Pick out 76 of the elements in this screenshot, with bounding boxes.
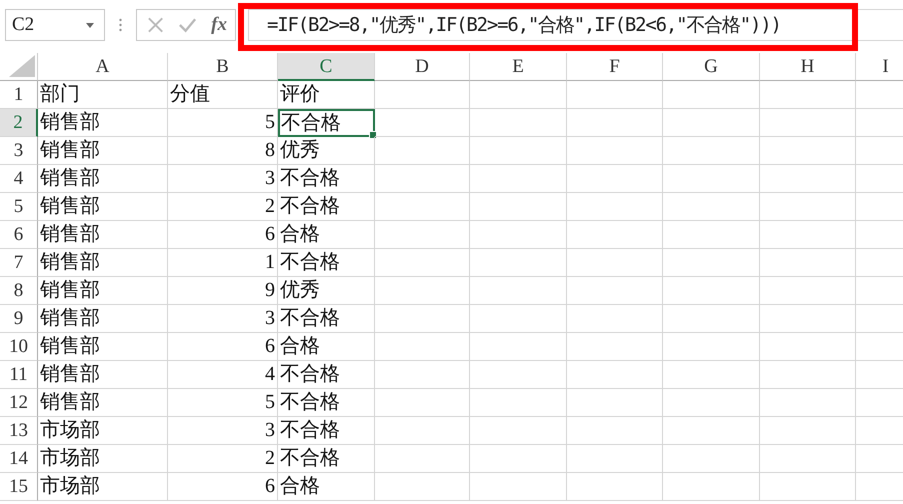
table-cell: 不合格 [278,305,375,333]
name-box[interactable]: C2 [5,9,105,41]
table-cell: 销售部 [38,221,168,249]
table-cell: 合格 [278,221,375,249]
column-header[interactable]: E [470,53,567,81]
row-header[interactable]: 14 [0,445,38,473]
column-header[interactable]: C [278,53,375,81]
table-cell: 合格 [278,473,375,501]
table-cell: 销售部 [38,333,168,361]
row-header[interactable]: 5 [0,193,38,221]
table-cell: 销售部 [38,249,168,277]
table-cell: 销售部 [38,109,168,137]
fill-handle[interactable] [369,131,377,139]
table-cell: 不合格 [278,389,375,417]
table-cell: 不合格 [278,165,375,193]
table-cell: 8 [168,137,278,165]
row-header[interactable]: 4 [0,165,38,193]
insert-function-button[interactable]: fx [211,14,227,36]
column-header[interactable]: D [375,53,470,81]
table-cell: 5 [168,389,278,417]
column-header[interactable]: G [663,53,760,81]
table-cell: 不合格 [278,445,375,473]
table-cell: 5 [168,109,278,137]
table-cell: 分值 [168,81,278,109]
cancel-icon[interactable] [147,16,164,34]
checkmark-icon[interactable] [178,17,198,33]
table-cell: 2 [168,445,278,473]
table-cell: 市场部 [38,445,168,473]
table-cell: 6 [168,333,278,361]
table-cell: 销售部 [38,193,168,221]
row-header[interactable]: 8 [0,277,38,305]
table-cell: 9 [168,277,278,305]
caret-icon [86,22,94,28]
table-cell: 销售部 [38,305,168,333]
row-header[interactable]: 7 [0,249,38,277]
table-cell: 市场部 [38,417,168,445]
table-cell: 6 [168,221,278,249]
row-header[interactable]: 15 [0,473,38,501]
table-cell: 4 [168,361,278,389]
row-header[interactable]: 2 [0,109,38,137]
table-cell: 优秀 [278,277,375,305]
table-cell: 销售部 [38,361,168,389]
active-cell: 不合格 [278,109,375,137]
grip-icon [119,18,122,32]
table-cell: 2 [168,193,278,221]
table-cell: 合格 [278,333,375,361]
table-cell: 销售部 [38,137,168,165]
formula-field[interactable]: =IF(B2>=8,"优秀",IF(B2>=6,"合格",IF(B2<6,"不合格"))) [248,9,903,41]
select-all-button[interactable] [0,53,38,81]
table-cell: 市场部 [38,473,168,501]
row-header[interactable]: 12 [0,389,38,417]
column-header[interactable]: B [168,53,278,81]
column-header[interactable]: A [38,53,168,81]
table-cell: 不合格 [278,193,375,221]
row-header[interactable]: 10 [0,333,38,361]
row-header[interactable]: 6 [0,221,38,249]
table-cell: 优秀 [278,137,375,165]
table-cell: 1 [168,249,278,277]
table-cell: 不合格 [278,417,375,445]
table-cell: 部门 [38,81,168,109]
column-header[interactable]: H [760,53,856,81]
table-cell: 不合格 [278,249,375,277]
table-cell: 3 [168,305,278,333]
table-cell: 销售部 [38,389,168,417]
row-header[interactable]: 11 [0,361,38,389]
table-cell: 3 [168,417,278,445]
table-cell: 评价 [278,81,375,109]
table-cell: 不合格 [278,361,375,389]
table-cell: 销售部 [38,165,168,193]
row-header[interactable]: 13 [0,417,38,445]
table-cell: 6 [168,473,278,501]
table-cell: 销售部 [38,277,168,305]
row-header[interactable]: 9 [0,305,38,333]
column-header[interactable]: F [567,53,663,81]
row-header[interactable]: 3 [0,137,38,165]
table-cell: 3 [168,165,278,193]
